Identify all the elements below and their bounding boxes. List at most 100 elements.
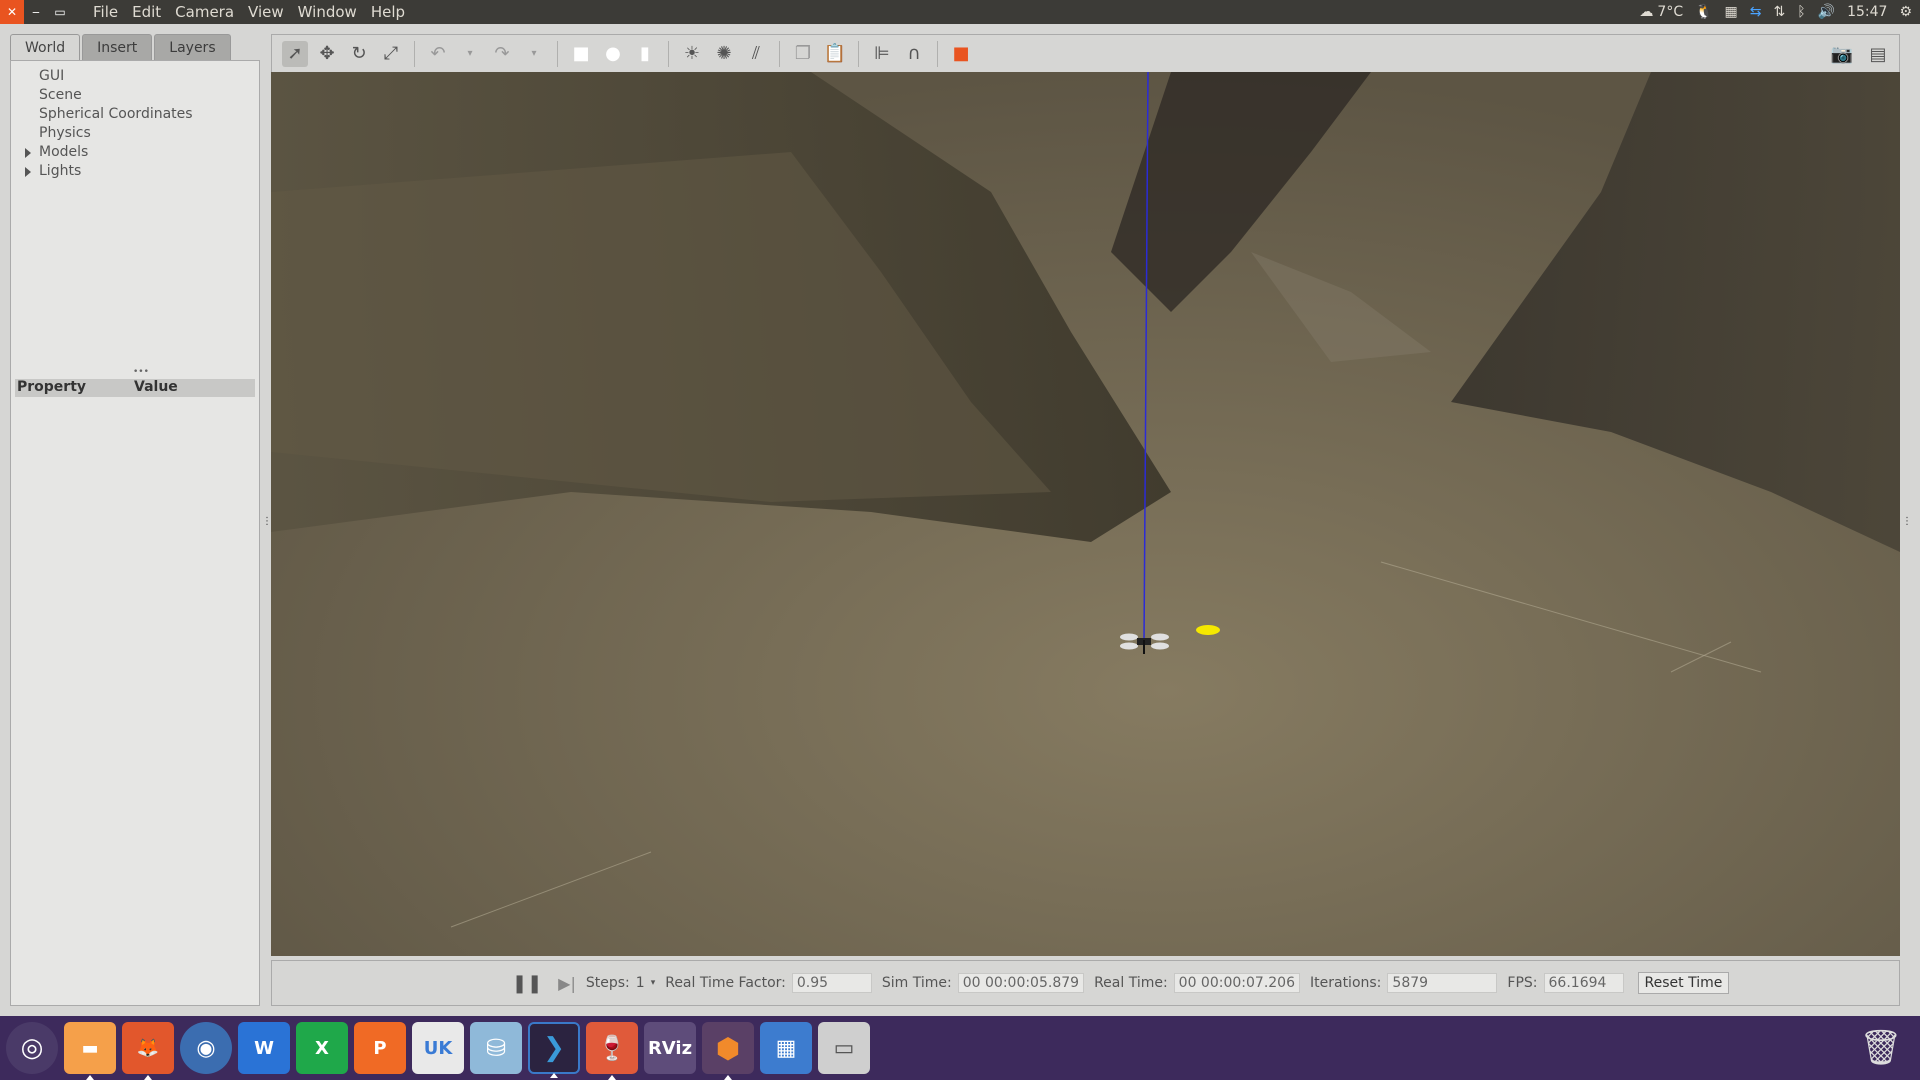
teamviewer-icon[interactable]: ⇆ (1750, 4, 1762, 20)
tree-item-lights[interactable]: Lights (11, 162, 259, 181)
copy-icon[interactable]: ❐ (790, 41, 816, 67)
undo-icon[interactable]: ↶ (425, 41, 451, 67)
toolbar-separator (414, 40, 415, 67)
rotate-mode-icon[interactable]: ↻ (346, 41, 372, 67)
steps-dropdown-icon[interactable]: ▾ (651, 978, 656, 988)
menu-bar: File Edit Camera View Window Help (86, 0, 412, 24)
spot-light-icon[interactable]: ✺ (711, 41, 737, 67)
drive-icon[interactable]: ▭ (818, 1022, 870, 1074)
iterations-label: Iterations: (1310, 975, 1382, 991)
cylinder-shape-icon[interactable]: ▮ (632, 41, 658, 67)
tree-item-spherical-coordinates[interactable]: Spherical Coordinates (11, 105, 259, 124)
close-icon[interactable]: ✕ (0, 0, 24, 24)
trash-icon[interactable]: 🗑 (1856, 1022, 1906, 1074)
ubuntu-software-icon[interactable]: UK (412, 1022, 464, 1074)
wps-presentation-icon[interactable]: P (354, 1022, 406, 1074)
window-controls: ✕ ‒ ▭ (0, 0, 72, 24)
property-table-header: Property Value (15, 379, 255, 397)
fps-value: 66.1694 (1543, 973, 1624, 993)
cloud-icon: ☁ (1639, 4, 1654, 20)
sim-time-value: 00 00:00:05.879 (957, 973, 1085, 993)
steps-value[interactable]: 1 (636, 975, 645, 991)
network-icon[interactable]: ⇅ (1774, 4, 1786, 20)
reset-time-button[interactable]: Reset Time (1637, 972, 1730, 994)
iterations-value: 5879 (1387, 973, 1498, 993)
tab-layers[interactable]: Layers (154, 34, 231, 60)
sphere-shape-icon[interactable]: ● (600, 41, 626, 67)
toolbar-separator (557, 40, 558, 67)
redo-icon[interactable]: ↷ (489, 41, 515, 67)
undo-dropdown-icon[interactable]: ▾ (457, 41, 483, 67)
menu-file[interactable]: File (86, 0, 125, 24)
log-icon[interactable]: ▤ (1865, 41, 1891, 67)
directional-light-icon[interactable]: ⫽ (743, 41, 769, 67)
disk-usage-icon[interactable]: ⛁ (470, 1022, 522, 1074)
real-time-label: Real Time: (1094, 975, 1168, 991)
tree-item-models[interactable]: Models (11, 143, 259, 162)
menu-window[interactable]: Window (291, 0, 364, 24)
left-panel: World Insert Layers GUI Scene Spherical … (10, 34, 260, 1006)
point-light-icon[interactable]: ☀ (679, 41, 705, 67)
toolbar: ➚ ✥ ↻ ⤢ ↶ ▾ ↷ ▾ ■ ● ▮ ☀ ✺ ⫽ ❐ 📋 ⊫ ∩ ■ 📷 … (271, 34, 1900, 72)
tab-world[interactable]: World (10, 34, 81, 60)
wine-icon[interactable]: 🍷 (586, 1022, 638, 1080)
clock[interactable]: 15:47 (1847, 4, 1887, 20)
box-shape-icon[interactable]: ■ (568, 41, 594, 67)
paste-icon[interactable]: 📋 (822, 41, 848, 67)
menu-view[interactable]: View (241, 0, 291, 24)
snap-icon[interactable]: ∩ (901, 41, 927, 67)
steps-label: Steps: (585, 975, 630, 991)
target-marker[interactable] (1196, 625, 1220, 635)
top-panel: ✕ ‒ ▭ File Edit Camera View Window Help … (0, 0, 1920, 24)
menu-edit[interactable]: Edit (125, 0, 168, 24)
vscode-icon[interactable]: ❯ (528, 1022, 580, 1078)
left-tabs: World Insert Layers (10, 34, 260, 60)
tree-item-scene[interactable]: Scene (11, 86, 259, 105)
calendar-icon[interactable]: ▦ (1725, 4, 1738, 20)
minimize-icon[interactable]: ‒ (24, 0, 48, 24)
gear-icon[interactable]: ⚙ (1899, 4, 1912, 20)
align-icon[interactable]: ⊫ (869, 41, 895, 67)
redo-dropdown-icon[interactable]: ▾ (521, 41, 547, 67)
right-panel-handle[interactable]: ⋮ (1902, 516, 1912, 527)
translate-mode-icon[interactable]: ✥ (314, 41, 340, 67)
menu-camera[interactable]: Camera (168, 0, 241, 24)
weather-indicator[interactable]: ☁ 7°C (1639, 4, 1683, 20)
penguin-icon[interactable]: 🐧 (1695, 4, 1712, 20)
workspace-switcher-icon[interactable]: ▦ (760, 1022, 812, 1074)
select-mode-icon[interactable]: ➚ (282, 40, 308, 67)
gazebo-icon[interactable]: ⬢ (702, 1022, 754, 1080)
toolbar-separator (858, 40, 859, 67)
scene-render (271, 72, 1900, 956)
wps-spreadsheet-icon[interactable]: X (296, 1022, 348, 1074)
property-column-header: Property (17, 379, 87, 395)
sim-time-label: Sim Time: (881, 975, 952, 991)
wps-writer-icon[interactable]: W (238, 1022, 290, 1074)
step-icon[interactable]: ▶| (558, 974, 576, 993)
pause-icon[interactable]: ❚❚ (512, 973, 542, 994)
maximize-icon[interactable]: ▭ (48, 0, 72, 24)
real-time-factor-label: Real Time Factor: (665, 975, 786, 991)
scale-mode-icon[interactable]: ⤢ (378, 41, 404, 67)
firefox-icon[interactable]: 🦊 (122, 1022, 174, 1080)
tab-insert[interactable]: Insert (82, 34, 153, 60)
files-icon[interactable]: ▬ (64, 1022, 116, 1080)
menu-help[interactable]: Help (364, 0, 412, 24)
tree-item-physics[interactable]: Physics (11, 124, 259, 143)
toolbar-separator (779, 40, 780, 67)
rviz-icon[interactable]: RViz (644, 1022, 696, 1074)
system-indicators: ☁ 7°C 🐧 ▦ ⇆ ⇅ ᛒ 🔊 15:47 ⚙ (1639, 0, 1920, 24)
view-angle-icon[interactable]: ■ (948, 41, 974, 67)
toolbar-right: 📷 ▤ (1829, 41, 1891, 67)
3d-viewport[interactable] (271, 72, 1900, 956)
real-time-factor-value: 0.95 (791, 973, 872, 993)
chromium-icon[interactable]: ◉ (180, 1022, 232, 1074)
bluetooth-icon[interactable]: ᛒ (1797, 4, 1805, 20)
status-bar: ❚❚ ▶| Steps: 1 ▾ Real Time Factor: 0.95 … (271, 960, 1900, 1006)
screenshot-icon[interactable]: 📷 (1829, 41, 1855, 67)
world-panel: GUI Scene Spherical Coordinates Physics … (10, 60, 260, 1006)
panel-splitter[interactable]: ••• (133, 367, 149, 377)
tree-item-gui[interactable]: GUI (11, 67, 259, 86)
ubuntu-dash-icon[interactable]: ◎ (6, 1022, 58, 1074)
volume-icon[interactable]: 🔊 (1818, 4, 1835, 20)
